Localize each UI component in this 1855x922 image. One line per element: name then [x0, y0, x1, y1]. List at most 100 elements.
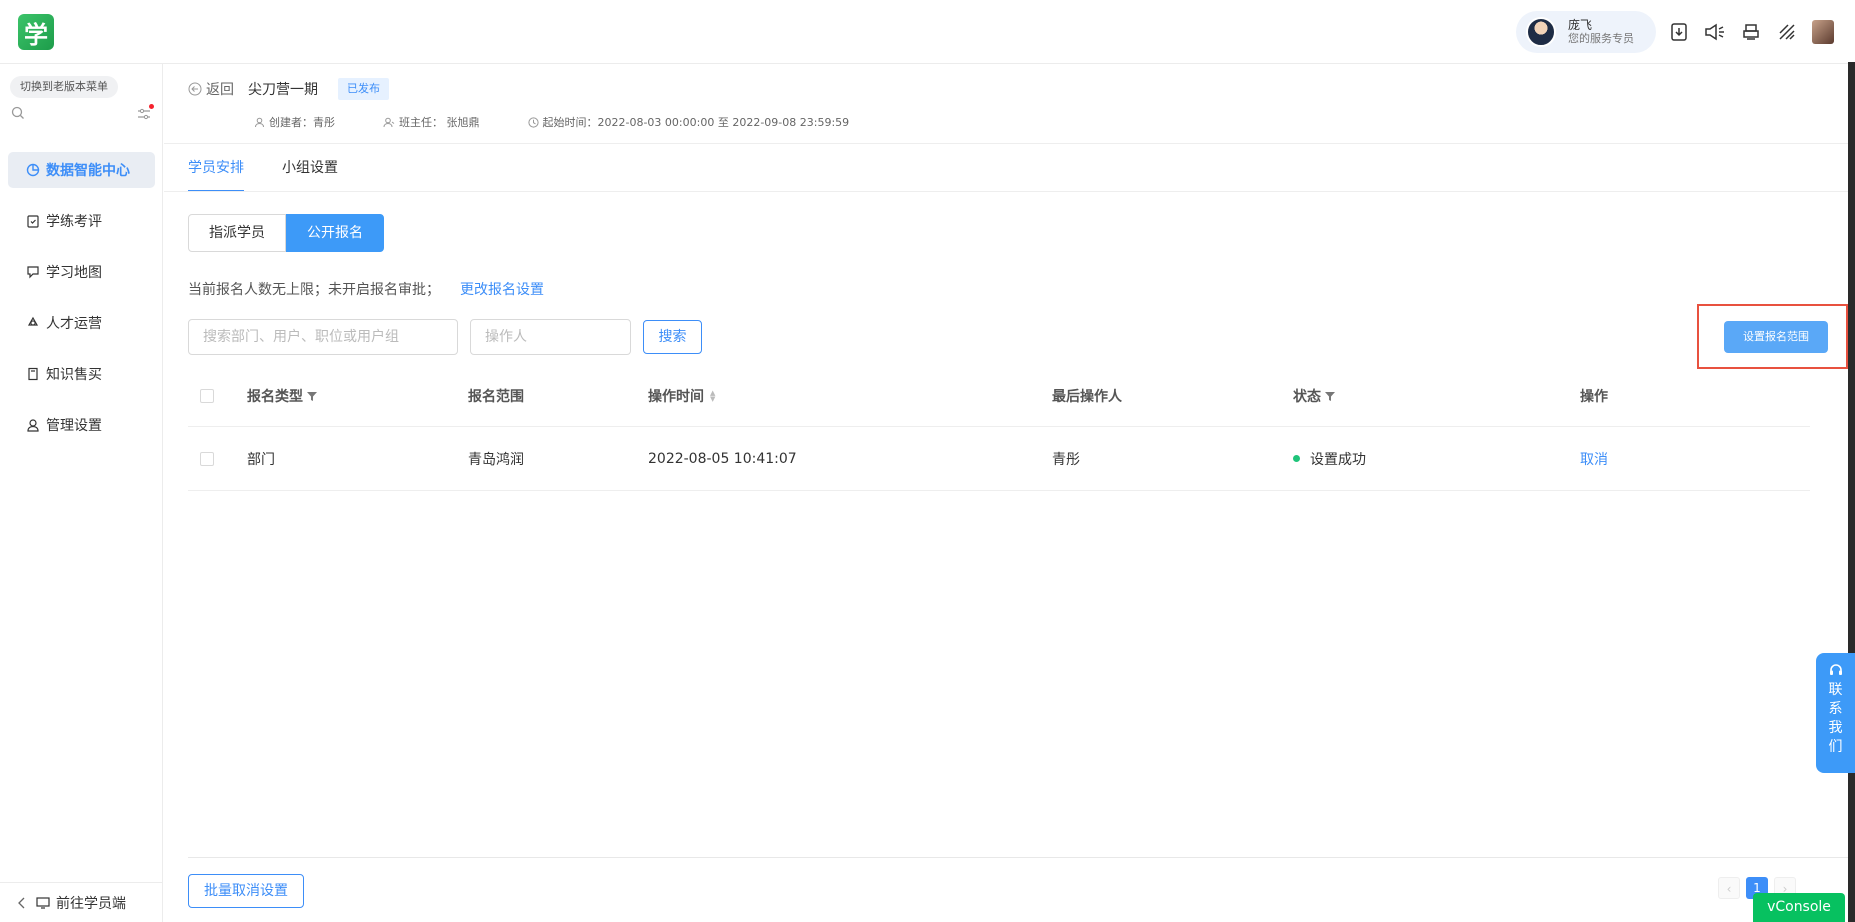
tab-student-arrangement[interactable]: 学员安排: [188, 144, 244, 192]
back-button[interactable]: 返回: [188, 79, 234, 99]
select-all-checkbox[interactable]: [200, 388, 214, 403]
sidebar-item-learning-map[interactable]: 学习地图: [8, 254, 155, 290]
mode-segmented-control: 指派学员 公开报名: [188, 214, 384, 252]
column-header-label: 操作时间: [648, 388, 704, 405]
column-header-status[interactable]: 状态: [1293, 365, 1335, 426]
creator-meta: 创建者：青彤: [254, 114, 335, 130]
status-badge: 已发布: [338, 78, 389, 100]
service-agent-name: 庞飞: [1568, 18, 1593, 32]
cell-range: 青岛鸿润: [468, 451, 524, 468]
service-agent-avatar: [1526, 17, 1556, 47]
column-header-time[interactable]: 操作时间 ▲ ▼: [648, 365, 715, 426]
monitor-icon: [36, 896, 50, 909]
enrollment-table: 报名类型 报名范围 操作时间 ▲ ▼ 最后操作人 状态 操作 部门 青岛鸿润 20…: [188, 365, 1810, 491]
volume-icon[interactable]: [1704, 20, 1726, 44]
cell-time: 2022-08-05 10:41:07: [648, 450, 797, 467]
go-to-student-side-link[interactable]: 前往学员端: [0, 882, 163, 922]
contact-us-button[interactable]: 联系我们: [1816, 653, 1855, 773]
sidebar-item-label: 学练考评: [46, 214, 102, 230]
stripes-icon[interactable]: [1776, 20, 1798, 44]
status-text: 设置成功: [1310, 451, 1366, 468]
sidebar-item-label: 数据智能中心: [46, 163, 130, 179]
filter-settings-icon[interactable]: [137, 104, 154, 124]
sidebar-item-label: 人才运营: [46, 316, 102, 332]
cell-operator: 青彤: [1052, 451, 1080, 468]
user-avatar[interactable]: [1812, 20, 1834, 44]
time-text: 起始时间：2022-08-03 00:00:00 至 2022-09-08 23…: [542, 116, 850, 129]
cell-type: 部门: [247, 451, 275, 468]
main-content: 返回 尖刀营一期 已发布 创建者：青彤 班主任： 张旭鼎 起始时间：2022-0…: [164, 64, 1848, 922]
teacher-text: 班主任： 张旭鼎: [399, 116, 480, 129]
person-icon: [255, 117, 264, 127]
public-enrollment-button[interactable]: 公开报名: [286, 214, 384, 252]
prev-page-button[interactable]: ‹: [1718, 877, 1740, 899]
back-label: 返回: [206, 82, 234, 98]
operator-input[interactable]: 操作人: [470, 319, 631, 355]
time-meta: 起始时间：2022-08-03 00:00:00 至 2022-09-08 23…: [527, 114, 850, 130]
sidebar-item-admin-settings[interactable]: 管理设置: [8, 407, 155, 443]
highlight-box: 设置报名范围: [1697, 304, 1848, 369]
column-header-action: 操作: [1580, 388, 1608, 405]
back-arrow-icon: [188, 82, 202, 96]
map-flag-icon: [26, 265, 40, 279]
creator-text: 创建者：青彤: [269, 116, 335, 129]
sidebar-item-data-center[interactable]: 数据智能中心: [8, 152, 155, 188]
printer-icon[interactable]: [1740, 20, 1762, 44]
sidebar-item-label: 知识售买: [46, 367, 102, 383]
sidebar-item-practice-eval[interactable]: 学练考评: [8, 203, 155, 239]
batch-cancel-button[interactable]: 批量取消设置: [188, 874, 304, 908]
sidebar-item-talent-ops[interactable]: 人才运营: [8, 305, 155, 341]
column-header-type[interactable]: 报名类型: [247, 365, 317, 426]
teacher-meta: 班主任： 张旭鼎: [383, 114, 480, 130]
clock-icon: [527, 116, 539, 128]
column-header-label: 状态: [1293, 388, 1321, 405]
search-button[interactable]: 搜索: [643, 320, 702, 354]
app-logo[interactable]: 学: [18, 14, 54, 50]
change-enrollment-settings-link[interactable]: 更改报名设置: [460, 282, 544, 298]
page-title: 尖刀营一期: [248, 82, 318, 98]
vconsole-button[interactable]: vConsole: [1753, 893, 1845, 922]
service-agent-role: 您的服务专员: [1568, 32, 1634, 45]
user-icon: [26, 418, 40, 432]
top-bar: 学 庞飞 您的服务专员: [0, 0, 1855, 64]
divider: [164, 143, 1848, 144]
column-header-operator: 最后操作人: [1052, 388, 1122, 405]
column-header-range: 报名范围: [468, 388, 524, 405]
search-input[interactable]: 搜索部门、用户、职位或用户组: [188, 319, 458, 355]
sidebar: 切换到老版本菜单 数据智能中心 学练考评 学习地图 人才运营 知识售买 管理设置…: [0, 64, 163, 922]
sidebar-item-knowledge-sales[interactable]: 知识售买: [8, 356, 155, 392]
filter-icon[interactable]: [1325, 391, 1335, 401]
clipboard-check-icon: [26, 214, 40, 228]
sidebar-item-label: 学习地图: [46, 265, 102, 281]
sort-icon[interactable]: ▲ ▼: [710, 389, 715, 402]
table-row: 部门 青岛鸿润 2022-08-05 10:41:07 青彤 设置成功 取消: [188, 427, 1810, 491]
set-enrollment-range-button[interactable]: 设置报名范围: [1724, 321, 1828, 353]
go-to-student-side-label: 前往学员端: [56, 895, 126, 912]
recycle-icon: [26, 316, 40, 330]
divider: [188, 857, 1848, 858]
assign-students-button[interactable]: 指派学员: [188, 214, 286, 252]
divider: [164, 191, 1848, 192]
contact-us-label: 联系我们: [1828, 682, 1843, 755]
tab-bar: 学员安排 小组设置: [188, 144, 376, 192]
enrollment-info-text: 当前报名人数无上限；未开启报名审批；: [188, 282, 440, 298]
download-icon[interactable]: [1668, 20, 1690, 44]
headset-icon: [1829, 664, 1842, 675]
column-header-label: 报名类型: [247, 388, 303, 405]
cell-status: 设置成功: [1293, 427, 1366, 490]
filter-icon[interactable]: [307, 391, 317, 401]
service-agent-card[interactable]: 庞飞 您的服务专员: [1516, 11, 1656, 53]
cancel-link[interactable]: 取消: [1580, 449, 1608, 469]
status-dot: [1293, 455, 1300, 462]
book-icon: [26, 367, 40, 381]
teacher-icon: [383, 117, 395, 127]
switch-old-menu-button[interactable]: 切换到老版本菜单: [10, 76, 118, 98]
table-header-row: 报名类型 报名范围 操作时间 ▲ ▼ 最后操作人 状态 操作: [188, 365, 1810, 427]
chevron-left-icon: [18, 897, 25, 908]
tab-group-settings[interactable]: 小组设置: [282, 144, 338, 192]
search-icon[interactable]: [11, 106, 25, 124]
row-checkbox[interactable]: [200, 451, 214, 466]
page-scrollbar[interactable]: [1848, 62, 1855, 922]
enrollment-info: 当前报名人数无上限；未开启报名审批； 更改报名设置: [188, 279, 544, 299]
pie-chart-icon: [26, 163, 40, 177]
